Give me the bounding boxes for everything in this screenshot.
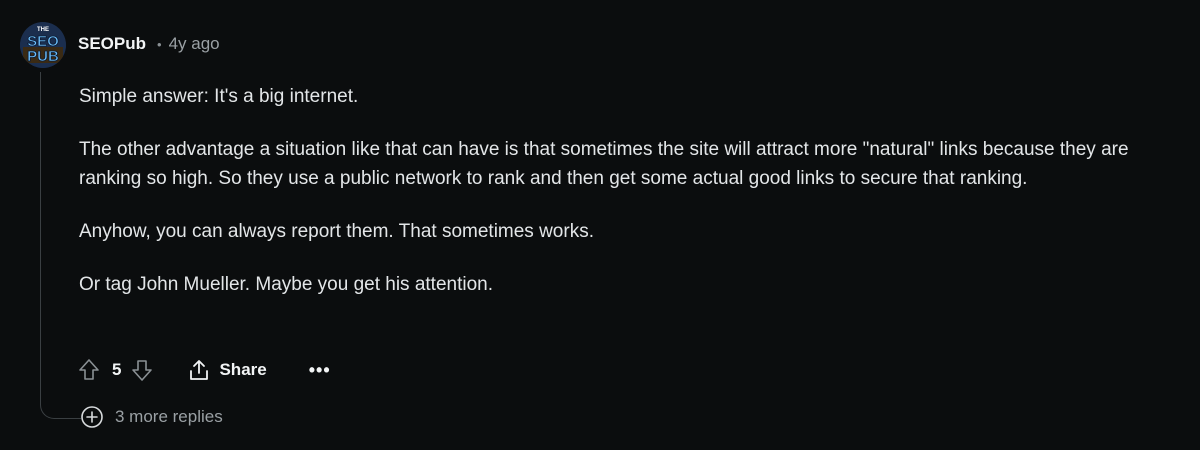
comment-age[interactable]: 4y ago [169,34,220,54]
more-replies-label: 3 more replies [115,407,223,426]
thread-line[interactable] [40,72,41,402]
share-icon [190,360,209,380]
comment-actions: 5 Share ••• [78,354,331,386]
more-options-button[interactable]: ••• [309,360,331,381]
comment-meta: SEOPub • 4y ago [78,34,220,54]
thread-connector [40,380,81,419]
plus-circle-icon [81,406,103,428]
seopub-logo: THE SEO PUB [20,22,66,68]
comment-body: Simple answer: It's a big internet. The … [79,82,1159,323]
more-replies-button[interactable]: 3 more replies [80,405,223,429]
vote-count: 5 [112,360,122,379]
comment-paragraph: Anyhow, you can always report them. That… [79,221,594,242]
comment-paragraph: Simple answer: It's a big internet. [79,86,359,107]
comment-paragraph: The other advantage a situation like tha… [79,139,1129,189]
arrow-down-icon [132,360,153,381]
share-button[interactable]: Share [187,358,267,382]
meta-separator: • [157,36,162,52]
upvote-button[interactable] [78,358,100,382]
downvote-button[interactable] [131,358,153,382]
comment-paragraph: Or tag John Mueller. Maybe you get his a… [79,274,494,295]
arrow-up-icon [79,359,99,380]
avatar[interactable]: THE SEO PUB [20,22,66,68]
comment: THE SEO PUB SEOPub • 4y ago Simple answe… [0,0,1200,450]
author-name[interactable]: SEOPub [78,34,146,54]
share-label: Share [219,360,267,379]
svg-text:PUB: PUB [27,48,59,65]
